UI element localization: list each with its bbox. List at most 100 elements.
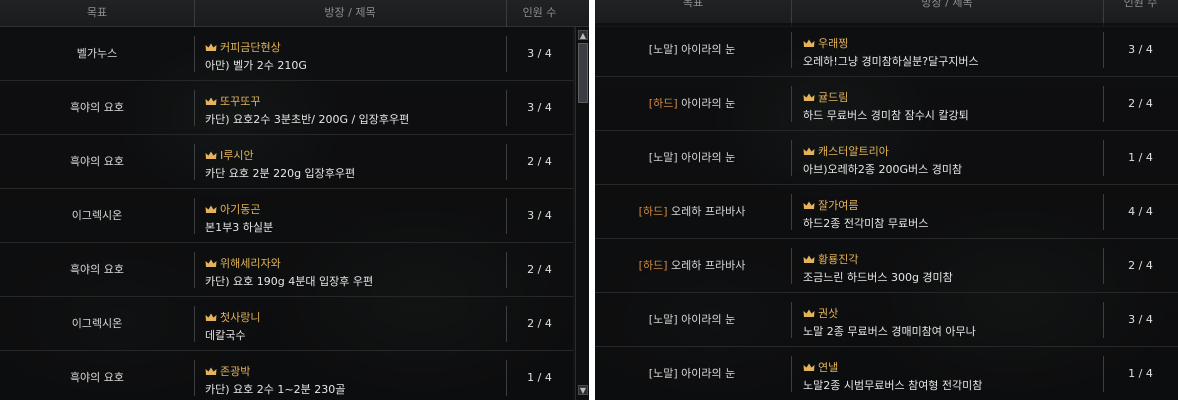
leader-name: 귤드림 bbox=[818, 91, 849, 104]
header-room[interactable]: 방장 / 제목 bbox=[791, 0, 1103, 10]
crown-icon bbox=[803, 200, 815, 209]
member-count: 2 / 4 bbox=[1128, 259, 1153, 272]
party-title: 조금느린 하드버스 300g 경미참 bbox=[803, 271, 953, 284]
column-divider bbox=[791, 302, 792, 338]
party-row[interactable]: 이그렉시온 아기동곤 본1부3 하실분 3 / 4 bbox=[0, 189, 573, 243]
column-divider bbox=[194, 306, 195, 342]
raid-target: 흑야의 요호 bbox=[0, 135, 194, 189]
party-leader: 커피금단현상 bbox=[205, 39, 281, 55]
party-row[interactable]: 흑야의 요호 존광박 카단) 요호 2수 1~2분 230골 1 / 4 bbox=[0, 351, 573, 400]
raid-target: 흑야의 요호 bbox=[0, 243, 194, 297]
party-row[interactable]: [하드] 오레하 프라바사 황룡진각조금느린 하드버스 300g 경미참 2 / 4 bbox=[595, 239, 1178, 293]
member-count: 2 / 4 bbox=[527, 263, 552, 276]
crown-icon bbox=[205, 366, 217, 375]
raid-target: [노말] 아이라의 눈 bbox=[595, 293, 789, 347]
party-title: 아브)오레하2종 200G버스 경미참 bbox=[803, 163, 963, 176]
member-count: 3 / 4 bbox=[1128, 313, 1153, 326]
raid-target: 이그렉시온 bbox=[0, 189, 194, 243]
crown-icon bbox=[803, 362, 815, 371]
scrollbar[interactable]: ▲ ▼ bbox=[575, 27, 589, 400]
raid-target-name: 이그렉시온 bbox=[71, 317, 123, 330]
raid-target-name: 아이라의 눈 bbox=[681, 43, 736, 56]
header-count[interactable]: 인원 수 bbox=[1103, 0, 1178, 10]
difficulty-tag: [하드] bbox=[638, 259, 668, 272]
difficulty-tag: [노말] bbox=[648, 367, 678, 380]
member-count: 4 / 4 bbox=[1128, 205, 1153, 218]
arrow-up-icon[interactable]: ▲ bbox=[578, 30, 588, 40]
member-count: 2 / 4 bbox=[1128, 97, 1153, 110]
difficulty-tag: [노말] bbox=[648, 313, 678, 326]
party-leader: 권삿 bbox=[803, 305, 838, 321]
party-leader: 첫사랑니 bbox=[205, 309, 260, 325]
party-row[interactable]: [노말] 아이라의 눈 캐스터알트리아 아브)오레하2종 200G버스 경미참 1 /… bbox=[595, 131, 1178, 185]
member-count: 1 / 4 bbox=[1128, 367, 1153, 380]
member-count: 1 / 4 bbox=[527, 371, 552, 384]
crown-icon bbox=[803, 254, 815, 263]
raid-target-name: 벨가누스 bbox=[76, 47, 118, 60]
leader-name: 캐스터알트리아 bbox=[818, 145, 889, 158]
header-target[interactable]: 목표 bbox=[595, 0, 791, 10]
party-row[interactable]: 흑야의 요호 I루시안 카단 요호 2분 220g 입장후우편 2 / 4 bbox=[0, 135, 573, 189]
party-row[interactable]: 흑야의 요호 위해세리자와 카단) 요호 190g 4분대 입장후 우편 2 / 4 bbox=[0, 243, 573, 297]
member-count: 3 / 4 bbox=[1128, 43, 1153, 56]
leader-name: 황룡진각 bbox=[818, 253, 859, 266]
raid-target-name: 흑야의 요호 bbox=[69, 101, 125, 114]
party-row[interactable]: 이그렉시온 첫사랑니 데칼국수 2 / 4 bbox=[0, 297, 573, 351]
party-row[interactable]: 흑야의 요호 또꾸또꾸 카단) 요호2수 3분초반/ 200G / 입장후우편 3 /… bbox=[0, 81, 573, 135]
party-row[interactable]: [하드] 아이라의 눈 귤드림하드 무료버스 경미참 잠수시 칼강퇴 2 / 4 bbox=[595, 77, 1178, 131]
scroll-thumb[interactable] bbox=[578, 43, 588, 103]
party-leader: 위해세리자와 bbox=[205, 255, 281, 271]
raid-target: 흑야의 요호 bbox=[0, 351, 194, 400]
party-leader: 연낼 bbox=[803, 359, 838, 375]
raid-target: [하드] 아이라의 눈 bbox=[595, 77, 789, 131]
raid-target-name: 아이라의 눈 bbox=[681, 313, 736, 326]
difficulty-tag: [하드] bbox=[648, 97, 678, 110]
raid-target-name: 아이라의 눈 bbox=[681, 367, 736, 380]
party-leader: 존광박 bbox=[205, 363, 250, 379]
crown-icon bbox=[205, 312, 217, 321]
crown-icon bbox=[205, 204, 217, 213]
crown-icon bbox=[803, 38, 815, 47]
raid-target-name: 오레하 프라바사 bbox=[670, 205, 746, 218]
party-row[interactable]: 벨가누스 커피금단현상 아만) 벨가 2수 210G 3 / 4 bbox=[0, 27, 573, 81]
raid-target-name: 흑야의 요호 bbox=[69, 155, 125, 168]
difficulty-tag: [노말] bbox=[648, 43, 678, 56]
difficulty-tag: [하드] bbox=[638, 205, 668, 218]
party-title: 하드 무료버스 경미참 잠수시 칼강퇴 bbox=[803, 109, 969, 122]
crown-icon bbox=[803, 146, 815, 155]
raid-target: [노말] 아이라의 눈 bbox=[595, 347, 789, 400]
member-count: 2 / 4 bbox=[527, 155, 552, 168]
leader-name: 우래찡 bbox=[818, 37, 849, 50]
party-row[interactable]: [하드] 오레하 프라바사 잘가여름 하드2종 전각미참 무료버스 4 / 4 bbox=[595, 185, 1178, 239]
raid-target-name: 흑야의 요호 bbox=[69, 263, 125, 276]
member-count: 1 / 4 bbox=[1128, 151, 1153, 164]
column-divider bbox=[194, 90, 195, 126]
party-row[interactable]: [노말] 아이라의 눈 연낼 노말2종 시범무료버스 참여형 전각미참 1 / 4 bbox=[595, 347, 1178, 400]
list-header: 목표 방장 / 제목 인원 수 bbox=[0, 0, 589, 27]
crown-icon bbox=[803, 92, 815, 101]
party-leader: 황룡진각 bbox=[803, 251, 858, 267]
party-row[interactable]: [노말] 아이라의 눈 권삿 노말 2종 무료버스 경매미참여 아무나 3 / 4 bbox=[595, 293, 1178, 347]
leader-name: 권삿 bbox=[818, 307, 839, 320]
arrow-down-icon[interactable]: ▼ bbox=[578, 385, 588, 395]
leader-name: 위해세리자와 bbox=[220, 257, 281, 270]
header-count[interactable]: 인원 수 bbox=[506, 4, 573, 20]
column-divider bbox=[194, 198, 195, 234]
party-leader: 아기동곤 bbox=[205, 201, 260, 217]
raid-target-name: 아이라의 눈 bbox=[681, 151, 736, 164]
header-room[interactable]: 방장 / 제목 bbox=[194, 4, 506, 20]
header-target[interactable]: 목표 bbox=[0, 4, 194, 20]
leader-name: 아기동곤 bbox=[220, 203, 261, 216]
leader-name: 또꾸또꾸 bbox=[220, 95, 261, 108]
crown-icon bbox=[205, 150, 217, 159]
leader-name: 연낼 bbox=[818, 361, 839, 374]
raid-target: [하드] 오레하 프라바사 bbox=[595, 239, 789, 293]
crown-icon bbox=[205, 96, 217, 105]
column-divider bbox=[194, 252, 195, 288]
crown-icon bbox=[205, 258, 217, 267]
party-title: 하드2종 전각미참 무료버스 bbox=[803, 217, 929, 230]
column-divider bbox=[791, 194, 792, 230]
party-row[interactable]: [노말] 아이라의 눈 우래찡 오레하!그냥 경미참하실분?달구지버스 3 / 4 bbox=[595, 23, 1178, 77]
crown-icon bbox=[205, 42, 217, 51]
column-divider bbox=[791, 32, 792, 68]
